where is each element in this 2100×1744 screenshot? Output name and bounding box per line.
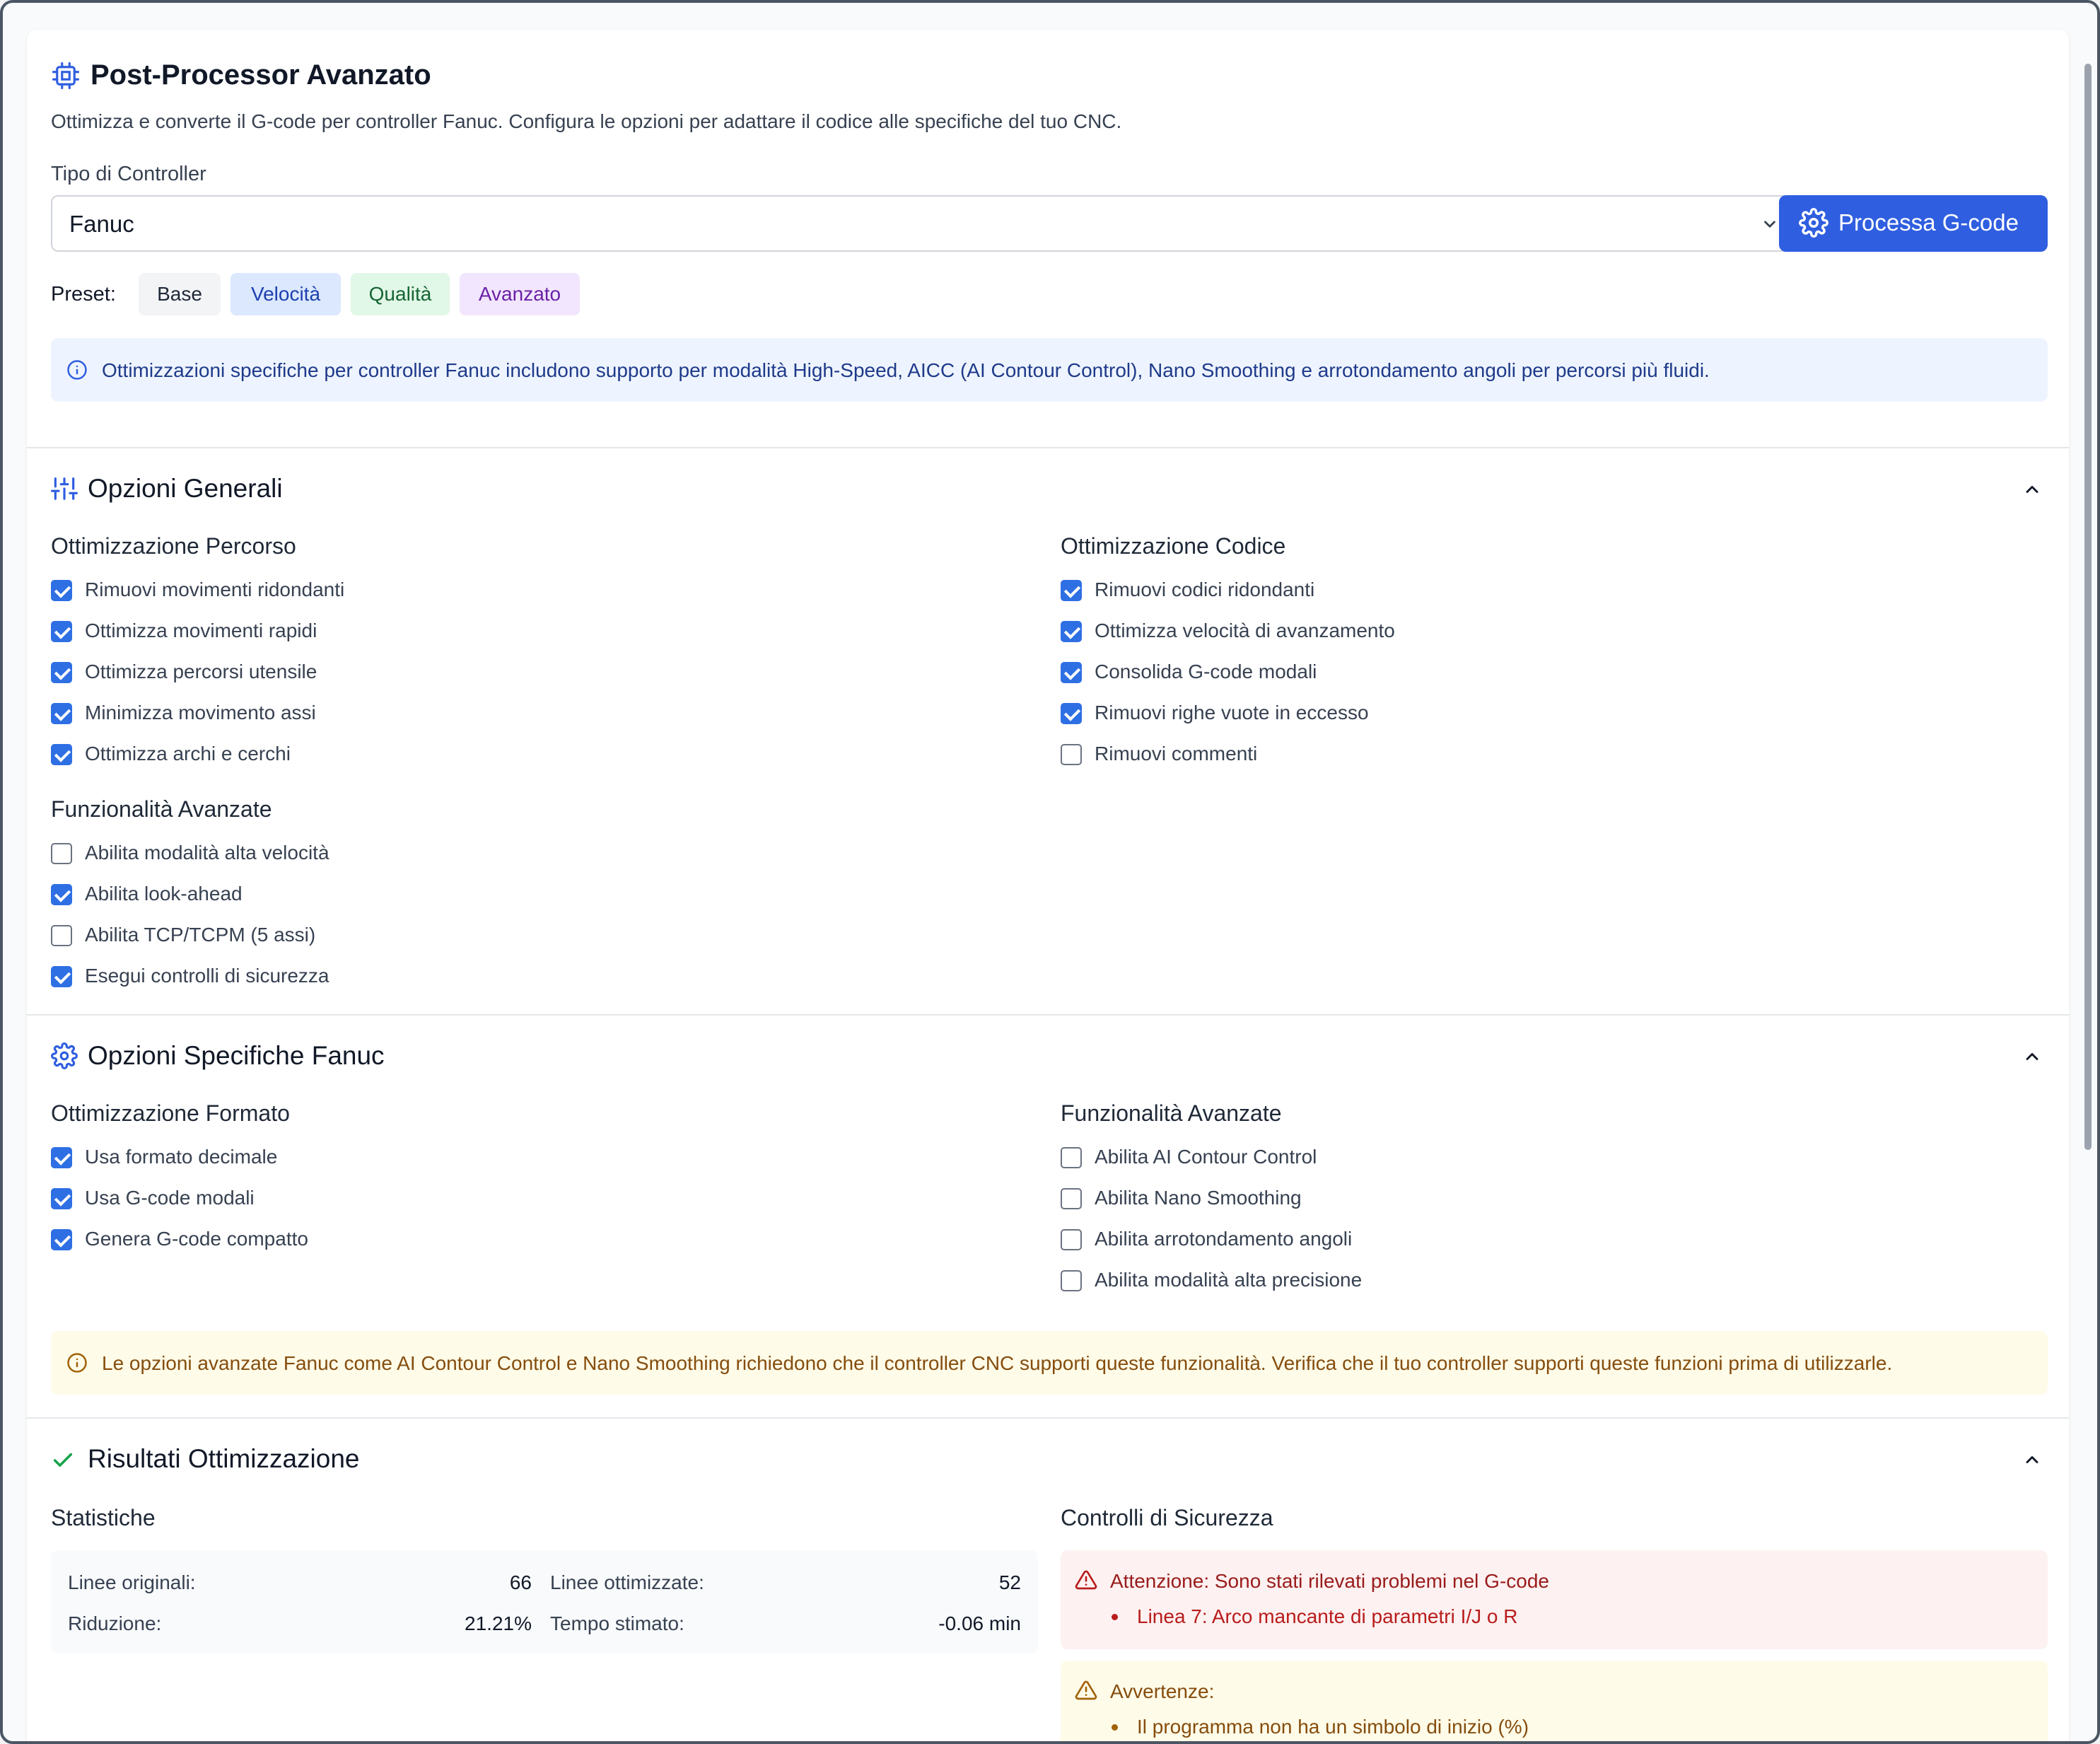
scroll-area[interactable]: Post-Processor Avanzato Ottimizza e conv… <box>3 3 2097 1741</box>
preset-base-button[interactable]: Base <box>139 273 221 315</box>
statistics-panel: Linee originali: 66 Linee ottimizzate: 5… <box>51 1550 1038 1653</box>
gear-icon <box>1799 208 1828 238</box>
info-box: Ottimizzazioni specifiche per controller… <box>51 338 2048 402</box>
check-icon <box>53 1453 73 1467</box>
section-divider <box>27 1417 2069 1419</box>
checkbox-box[interactable] <box>1061 1270 1082 1291</box>
error-title: Attenzione: Sono stati rilevati problemi… <box>1110 1570 1549 1592</box>
fanuc-warning-text: Le opzioni avanzate Fanuc come AI Contou… <box>102 1352 1893 1374</box>
post-processor-card: Post-Processor Avanzato Ottimizza e conv… <box>27 30 2069 1741</box>
warning-title: Avvertenze: <box>1110 1680 1215 1702</box>
info-icon <box>67 1353 87 1373</box>
info-text: Ottimizzazioni specifiche per controller… <box>102 359 1710 381</box>
checkbox-box[interactable] <box>51 966 72 987</box>
preset-speed-button[interactable]: Velocità <box>231 273 341 315</box>
estimated-time-label: Tempo stimato: <box>550 1612 684 1634</box>
window-frame: Post-Processor Avanzato Ottimizza e conv… <box>0 0 2100 1744</box>
preset-advanced-button[interactable]: Avanzato <box>460 273 580 315</box>
checkbox-box[interactable] <box>51 662 72 683</box>
process-gcode-button[interactable]: Processa G-code <box>1779 195 2048 252</box>
checkbox-box[interactable] <box>1061 1229 1082 1250</box>
controller-select-value: Fanuc <box>69 211 134 237</box>
fanuc-advanced-title: Funzionalità Avanzate <box>1061 1100 1282 1126</box>
safety-warning-box: Avvertenze: Il programma non ha un simbo… <box>1061 1661 2048 1741</box>
safety-checks-title: Controlli di Sicurezza <box>1061 1505 1273 1530</box>
process-gcode-label: Processa G-code <box>1838 209 2019 236</box>
fanuc-warning-box: Le opzioni avanzate Fanuc come AI Contou… <box>51 1331 2048 1395</box>
collapse-general-chevron-up-icon[interactable] <box>2022 479 2042 499</box>
checkbox-box[interactable] <box>1061 662 1082 683</box>
chevron-down-icon <box>1764 221 1775 228</box>
warning-bullet <box>1112 1724 1118 1731</box>
sliders-icon <box>51 477 78 500</box>
fanuc-options-title: Opzioni Specifiche Fanuc <box>88 1041 385 1070</box>
results-title: Risultati Ottimizzazione <box>88 1444 360 1473</box>
preset-quality-button[interactable]: Qualità <box>351 273 450 315</box>
controller-select[interactable]: Fanuc <box>51 195 1792 252</box>
checkbox-box[interactable] <box>1061 744 1082 765</box>
checkbox-box[interactable] <box>51 1188 72 1209</box>
controller-label: Tipo di Controller <box>51 163 206 185</box>
checkbox-box[interactable] <box>1061 621 1082 642</box>
statistics-title: Statistiche <box>51 1505 156 1530</box>
page-title: Post-Processor Avanzato <box>91 59 431 91</box>
gear-icon <box>51 1042 78 1069</box>
error-item: Linea 7: Arco mancante di parametri I/J … <box>1137 1605 1518 1627</box>
checkbox-box[interactable] <box>51 580 72 601</box>
page-description: Ottimizza e converte il G-code per contr… <box>51 110 1122 132</box>
collapse-fanuc-chevron-up-icon[interactable] <box>2022 1047 2042 1066</box>
collapse-results-chevron-up-icon[interactable] <box>2022 1450 2042 1470</box>
estimated-time-value: -0.06 min <box>938 1612 1021 1634</box>
preset-label: Preset: <box>51 283 116 306</box>
error-bullet <box>1112 1614 1118 1620</box>
checkbox-box[interactable] <box>51 703 72 724</box>
optimized-lines-value: 52 <box>998 1571 1021 1593</box>
optimized-lines-label: Linee ottimizzate: <box>550 1571 704 1593</box>
path-optimization-title: Ottimizzazione Percorso <box>51 533 296 559</box>
checkbox-box[interactable] <box>1061 1188 1082 1209</box>
code-optimization-title: Ottimizzazione Codice <box>1061 533 1286 559</box>
checkbox-box[interactable] <box>51 1147 72 1168</box>
vertical-scrollbar[interactable] <box>2084 64 2092 1150</box>
info-icon <box>67 360 87 380</box>
checkbox-box[interactable] <box>1061 580 1082 601</box>
original-lines-label: Linee originali: <box>68 1571 196 1593</box>
checkbox-box[interactable] <box>51 925 72 946</box>
section-divider <box>27 447 2069 448</box>
checkbox-box[interactable] <box>51 884 72 905</box>
general-options-title: Opzioni Generali <box>88 474 283 503</box>
alert-triangle-icon <box>1075 1570 1097 1590</box>
safety-error-box: Attenzione: Sono stati rilevati problemi… <box>1061 1550 2048 1649</box>
checkbox-box[interactable] <box>51 744 72 765</box>
format-optimization-title: Ottimizzazione Formato <box>51 1100 290 1126</box>
checkbox-box[interactable] <box>1061 1147 1082 1168</box>
reduction-value: 21.21% <box>465 1612 532 1634</box>
checkbox-box[interactable] <box>51 843 72 864</box>
original-lines-value: 66 <box>509 1571 532 1593</box>
alert-triangle-icon <box>1075 1680 1097 1700</box>
checkbox-box[interactable] <box>51 621 72 642</box>
checkbox-box[interactable] <box>1061 703 1082 724</box>
cpu-icon <box>52 62 80 90</box>
general-advanced-title: Funzionalità Avanzate <box>51 796 272 822</box>
warning-item: Il programma non ha un simbolo di inizio… <box>1137 1716 1529 1738</box>
reduction-label: Riduzione: <box>68 1612 162 1634</box>
checkbox-box[interactable] <box>51 1229 72 1250</box>
section-divider <box>27 1014 2069 1016</box>
